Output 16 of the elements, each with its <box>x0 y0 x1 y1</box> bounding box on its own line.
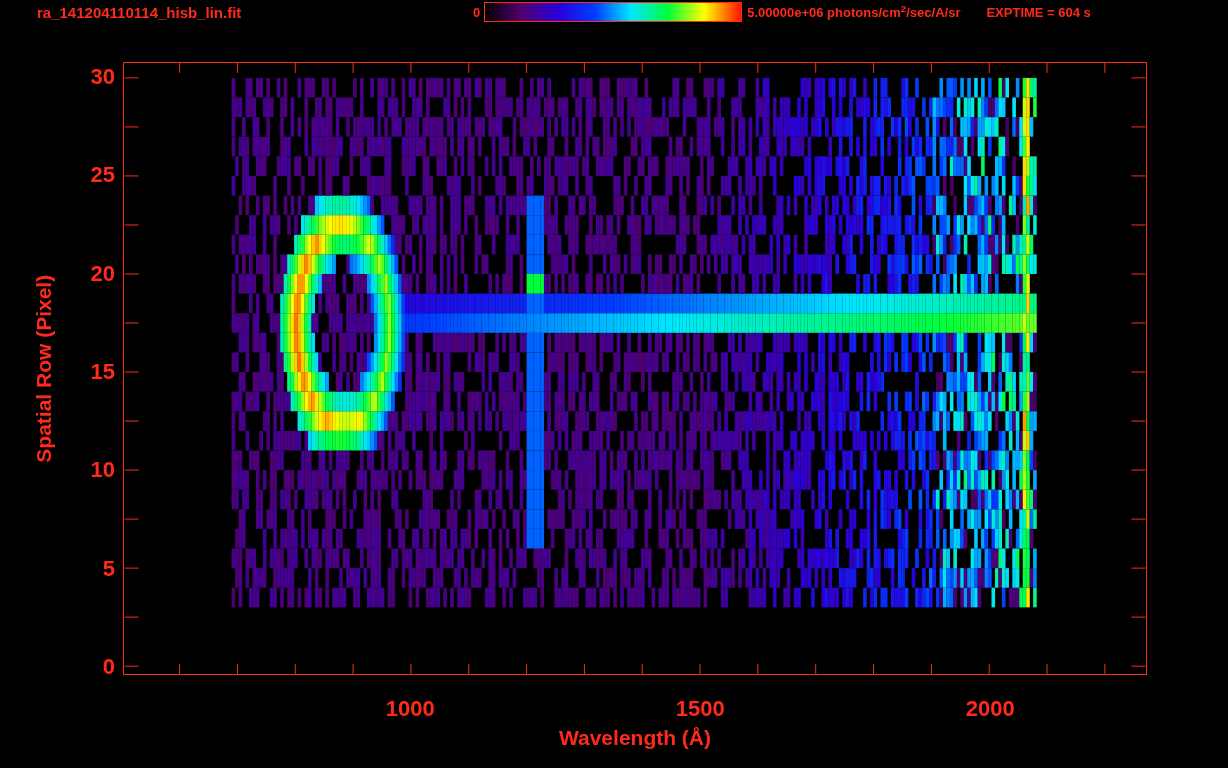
x-tick-label: 1500 <box>675 697 725 721</box>
x-tick-label: 1000 <box>385 697 435 721</box>
y-tick-label: 5 <box>102 556 115 581</box>
y-tick-label: 25 <box>90 163 115 188</box>
x-tick-label: 2000 <box>965 697 1015 721</box>
file-name: ra_141204110114_hisb_lin.fit <box>37 4 243 22</box>
y-axis-label: Spatial Row (Pixel) <box>31 274 57 463</box>
x-axis-label: Wavelength (Å) <box>558 725 712 751</box>
y-tick-label: 10 <box>90 458 115 483</box>
y-tick-label: 20 <box>90 261 115 286</box>
y-tick-label: 0 <box>102 655 115 680</box>
y-tick-label: 30 <box>90 64 115 89</box>
colorbar-min-label: 0 <box>473 4 481 22</box>
exposure-time: EXPTIME = 604 s <box>986 4 1091 22</box>
y-tick-label: 15 <box>90 360 115 385</box>
colorbar-max-label: 5.00000e+06 photons/cm$^{2}$/sec/A/sr <box>747 4 961 22</box>
